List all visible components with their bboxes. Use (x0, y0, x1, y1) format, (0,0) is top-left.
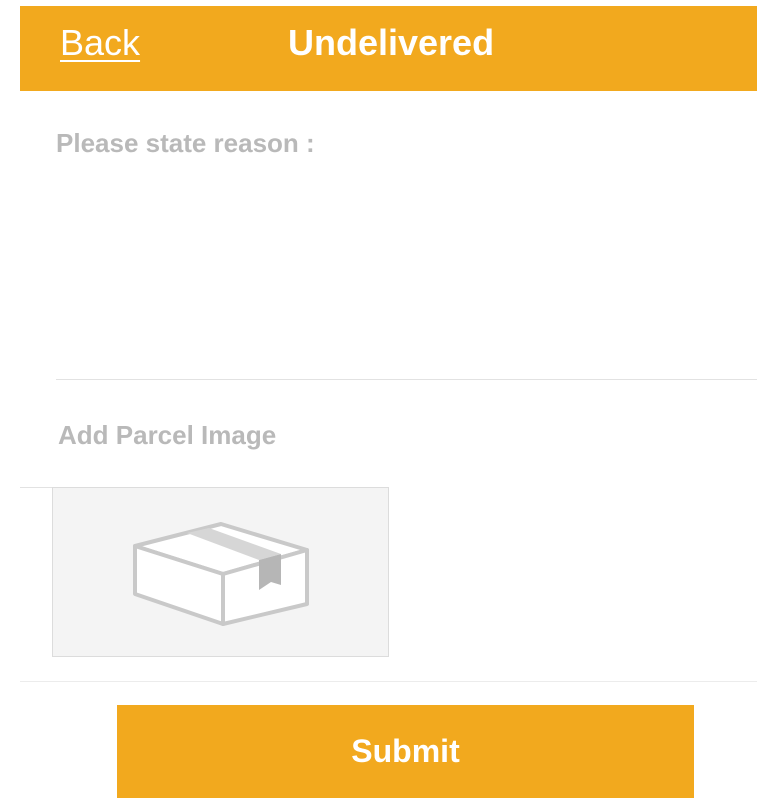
divider (20, 681, 757, 682)
parcel-image-picker[interactable] (52, 487, 389, 657)
submit-button[interactable]: Submit (117, 705, 694, 798)
undelivered-screen: Back Undelivered Please state reason : A… (0, 0, 757, 798)
page-title: Undelivered (288, 22, 495, 63)
divider (56, 379, 757, 380)
add-parcel-image-label: Add Parcel Image (58, 420, 277, 450)
divider (20, 487, 53, 488)
header-bar: Back Undelivered (20, 6, 757, 91)
reason-input[interactable] (56, 170, 757, 370)
back-link[interactable]: Back (60, 22, 140, 64)
reason-label: Please state reason : (56, 128, 315, 158)
parcel-box-icon (133, 522, 309, 626)
